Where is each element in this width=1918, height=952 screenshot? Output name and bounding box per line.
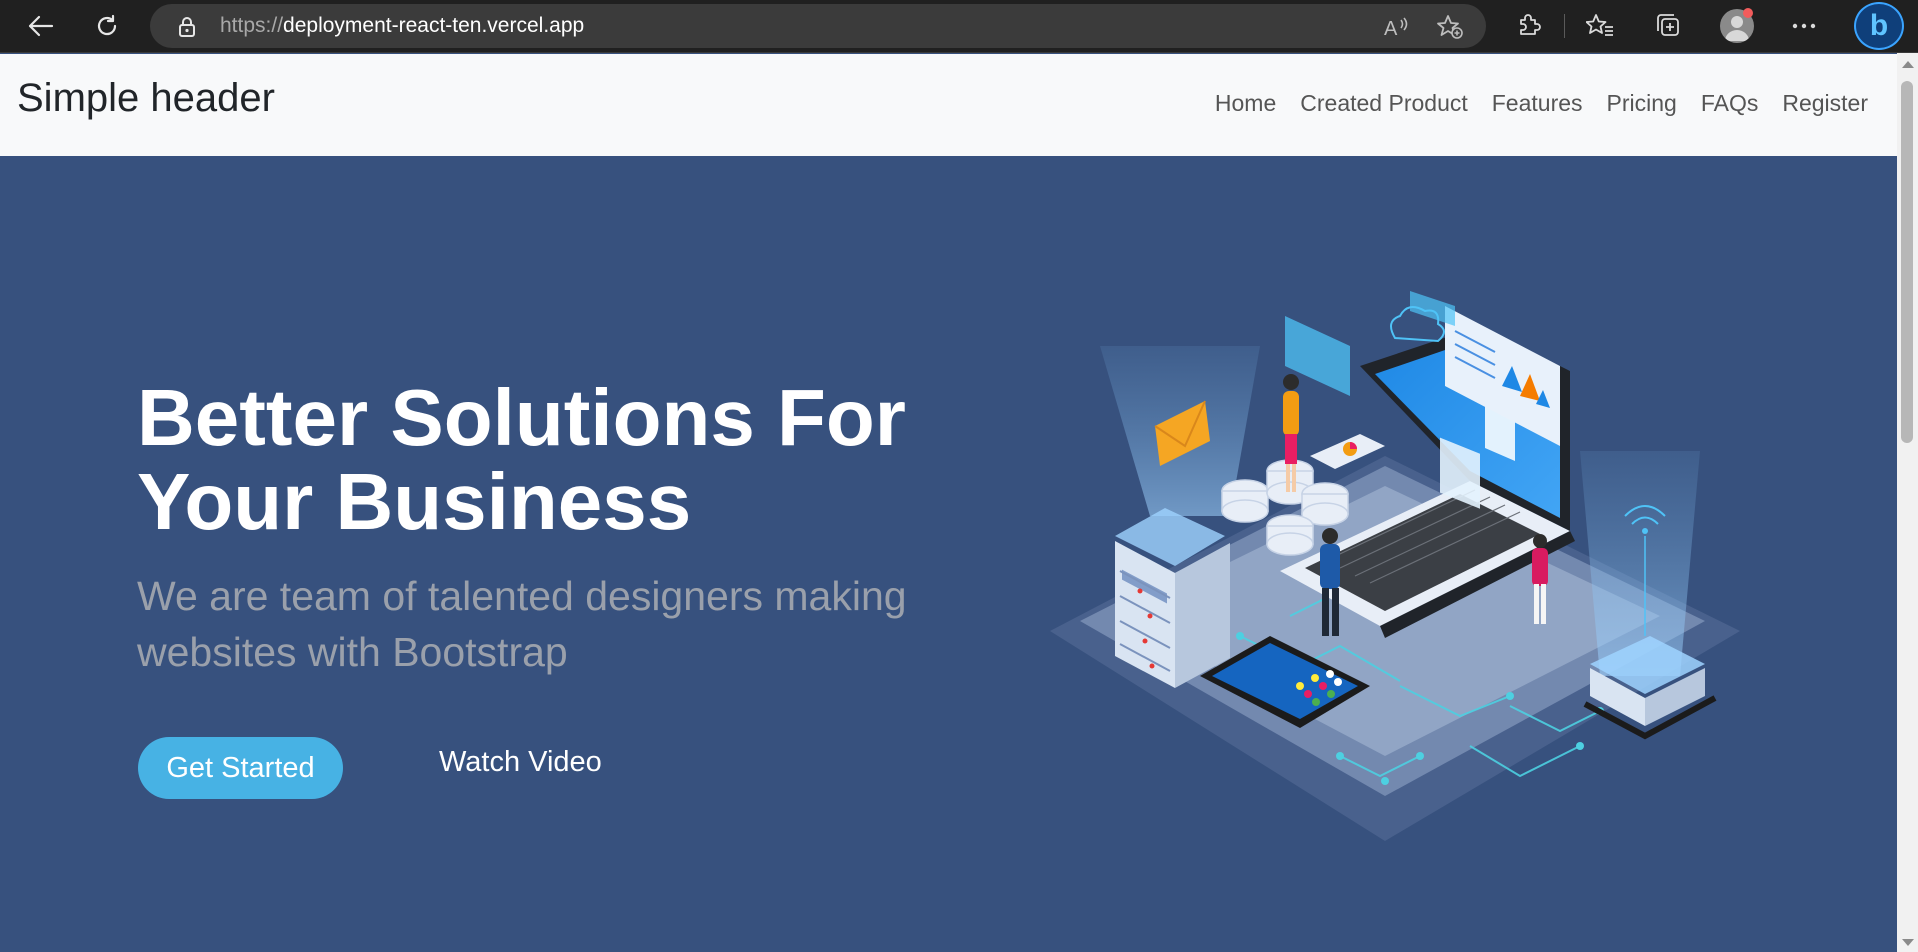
url-protocol: https://	[220, 14, 284, 37]
hero-subtitle: We are team of talented designers making…	[137, 568, 997, 680]
brand-title[interactable]: Simple header	[17, 76, 275, 121]
nav-home[interactable]: Home	[1215, 90, 1276, 117]
hero-subtitle-line-2: websites with Bootstrap	[137, 629, 568, 675]
scroll-up-icon[interactable]	[1902, 61, 1914, 68]
lock-icon[interactable]	[178, 16, 196, 44]
browser-toolbar: https://deployment-react-ten.vercel.app …	[0, 0, 1918, 53]
hero-title-line-2: Your Business	[137, 457, 692, 546]
read-aloud-icon[interactable]: A	[1382, 13, 1412, 41]
scroll-down-icon[interactable]	[1902, 939, 1914, 946]
add-favorite-icon[interactable]	[1435, 13, 1465, 41]
refresh-icon[interactable]	[88, 8, 126, 44]
address-bar[interactable]: https://deployment-react-ten.vercel.app …	[150, 4, 1486, 48]
nav-created-product[interactable]: Created Product	[1300, 90, 1467, 117]
url-domain: deployment-react-ten.vercel.app	[283, 14, 585, 37]
hero-title-line-1: Better Solutions For	[137, 373, 906, 462]
hero-section: Better Solutions For Your Business We ar…	[0, 156, 1897, 952]
extensions-icon[interactable]	[1510, 8, 1546, 44]
favorites-icon[interactable]	[1582, 8, 1618, 44]
nav-register[interactable]: Register	[1782, 90, 1868, 117]
scroll-thumb[interactable]	[1901, 81, 1913, 443]
hero-title: Better Solutions For Your Business	[137, 376, 957, 544]
get-started-button[interactable]: Get Started	[138, 737, 343, 799]
back-icon[interactable]	[22, 8, 60, 44]
nav-faqs[interactable]: FAQs	[1701, 90, 1759, 117]
nav-features[interactable]: Features	[1492, 90, 1583, 117]
site-header: Simple header Home Created Product Featu…	[0, 54, 1897, 156]
svg-text:A: A	[1384, 18, 1398, 38]
bing-icon[interactable]: b	[1854, 2, 1904, 50]
main-nav: Home Created Product Features Pricing FA…	[1215, 90, 1868, 117]
hero-subtitle-line-1: We are team of talented designers making	[137, 573, 907, 619]
nav-pricing[interactable]: Pricing	[1607, 90, 1677, 117]
notification-dot	[1743, 8, 1753, 18]
hero-illustration	[1050, 291, 1740, 841]
page-scrollbar[interactable]	[1897, 53, 1918, 952]
watch-video-button[interactable]: Watch Video	[439, 746, 602, 779]
toolbar-divider	[1564, 14, 1565, 38]
more-icon[interactable]	[1786, 8, 1822, 44]
collections-icon[interactable]	[1650, 8, 1686, 44]
